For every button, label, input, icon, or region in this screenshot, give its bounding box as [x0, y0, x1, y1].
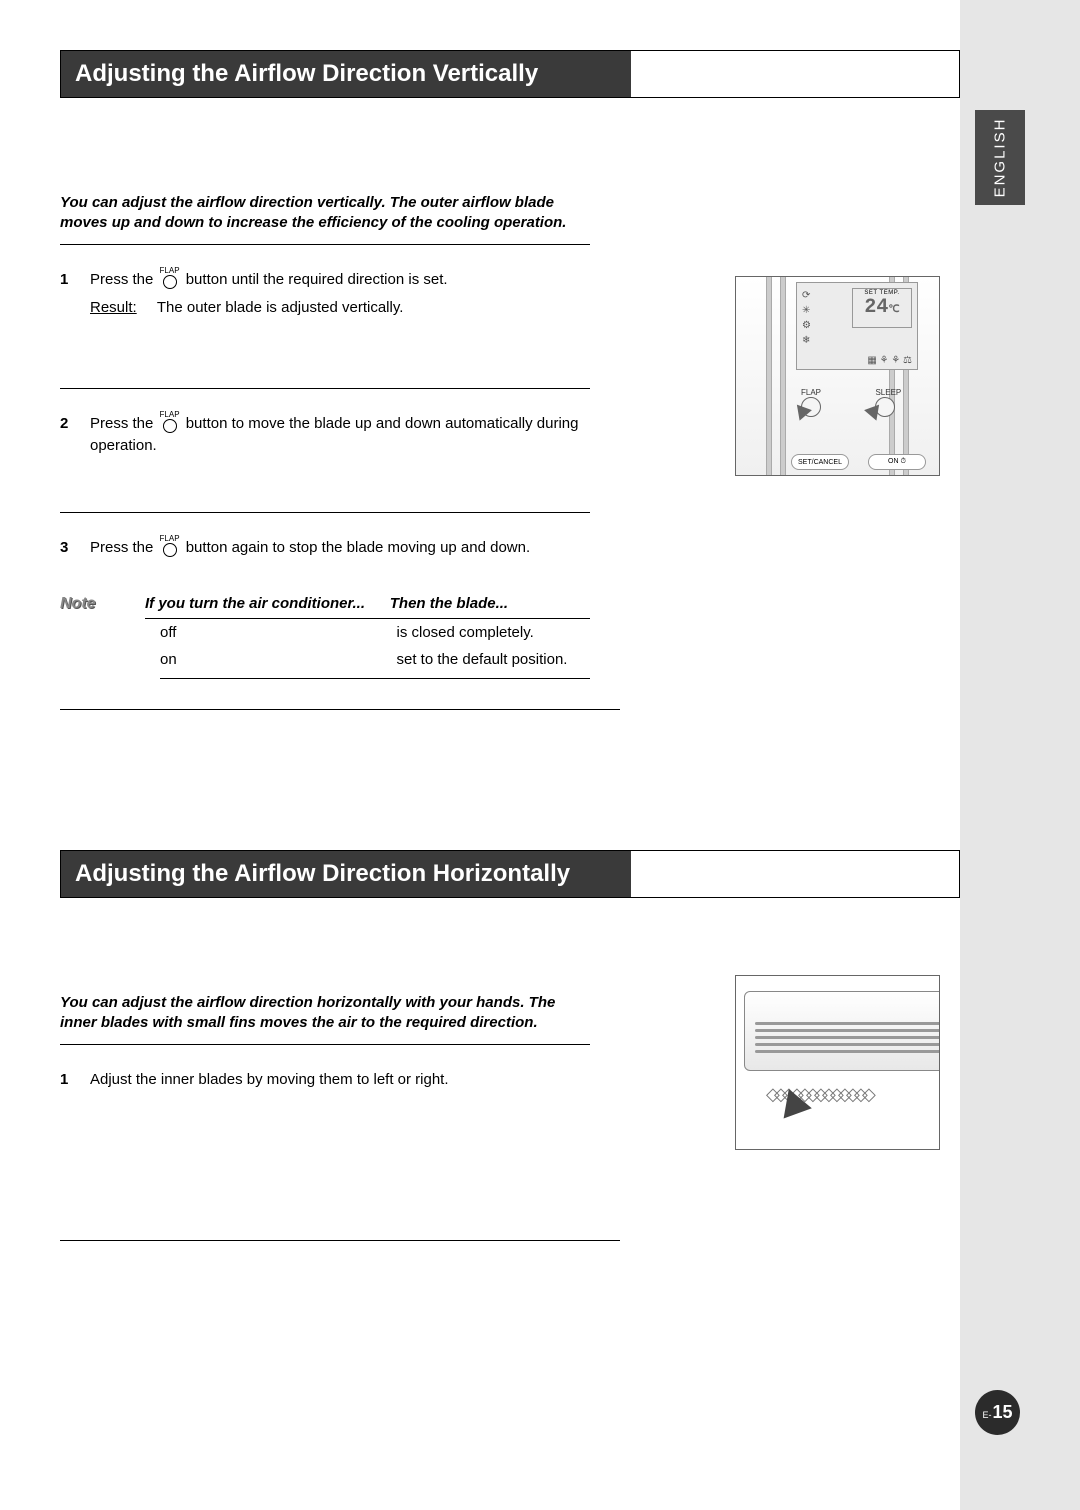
note-label: Note — [60, 589, 145, 613]
page-number-badge: E-15 — [975, 1390, 1020, 1435]
direction-arrow-icon — [784, 1089, 815, 1123]
step-row: 1 Press the FLAP button until the requir… — [60, 269, 590, 319]
language-label: ENGLISH — [992, 118, 1009, 198]
step-text: Adjust the inner blades by moving them t… — [90, 1069, 590, 1091]
ac-unit-figure — [735, 975, 940, 1150]
step-text: Press the FLAP button to move the blade … — [90, 413, 590, 457]
on-timer-button[interactable]: ON ⏱ — [868, 454, 926, 470]
step-row: 1 Adjust the inner blades by moving them… — [60, 1069, 590, 1091]
step-number: 3 — [60, 537, 90, 559]
right-gutter — [960, 0, 1080, 1510]
set-temp-box: SET TEMP. 24℃ — [852, 288, 912, 328]
step-row: 3 Press the FLAP button again to stop th… — [60, 537, 590, 559]
flap-button-icon: FLAP — [160, 535, 180, 557]
section-header-vertical: Adjusting the Airflow Direction Vertical… — [60, 50, 960, 98]
table-row: off is closed completely. — [160, 619, 590, 646]
result-label: Result: — [90, 299, 137, 316]
section1-intro: You can adjust the airflow direction ver… — [60, 193, 590, 245]
step-row: 2 Press the FLAP button to move the blad… — [60, 413, 590, 457]
language-tab: ENGLISH — [975, 110, 1025, 205]
section2-intro: You can adjust the airflow direction hor… — [60, 993, 590, 1045]
set-cancel-button[interactable]: SET/CANCEL — [791, 454, 849, 470]
result-text: The outer blade is adjusted vertically. — [157, 299, 404, 316]
step-text: Press the FLAP button again to stop the … — [90, 537, 590, 559]
page-prefix: E- — [982, 1410, 991, 1420]
remote-control-figure: ⟳✳⚙❄ SET TEMP. 24℃ ▦ ⚘ ⚘ ⚖ FLAP SLEEP SE… — [735, 276, 940, 476]
section-title: Adjusting the Airflow Direction Horizont… — [61, 851, 631, 897]
section-title: Adjusting the Airflow Direction Vertical… — [61, 51, 631, 97]
flap-button-icon: FLAP — [160, 411, 180, 433]
ac-unit-body — [744, 991, 940, 1071]
step-number: 1 — [60, 1069, 90, 1091]
flap-button-icon: FLAP — [160, 267, 180, 289]
section-header-horizontal: Adjusting the Airflow Direction Horizont… — [60, 850, 960, 898]
mode-icons: ⟳✳⚙❄ — [802, 288, 811, 348]
step-text: Press the FLAP button until the required… — [90, 269, 590, 319]
step-number: 1 — [60, 269, 90, 319]
section-end-rule — [60, 709, 620, 710]
page-number: 15 — [992, 1402, 1012, 1423]
table-row: on set to the default position. — [160, 646, 590, 679]
note-block: Note If you turn the air conditioner... … — [60, 589, 590, 679]
section-end-rule — [60, 1240, 620, 1241]
step-number: 2 — [60, 413, 90, 457]
fan-icons: ▦ ⚘ ⚘ ⚖ — [867, 355, 912, 366]
remote-lcd: ⟳✳⚙❄ SET TEMP. 24℃ ▦ ⚘ ⚘ ⚖ — [796, 282, 918, 370]
note-table-header: If you turn the air conditioner... Then … — [145, 589, 590, 619]
